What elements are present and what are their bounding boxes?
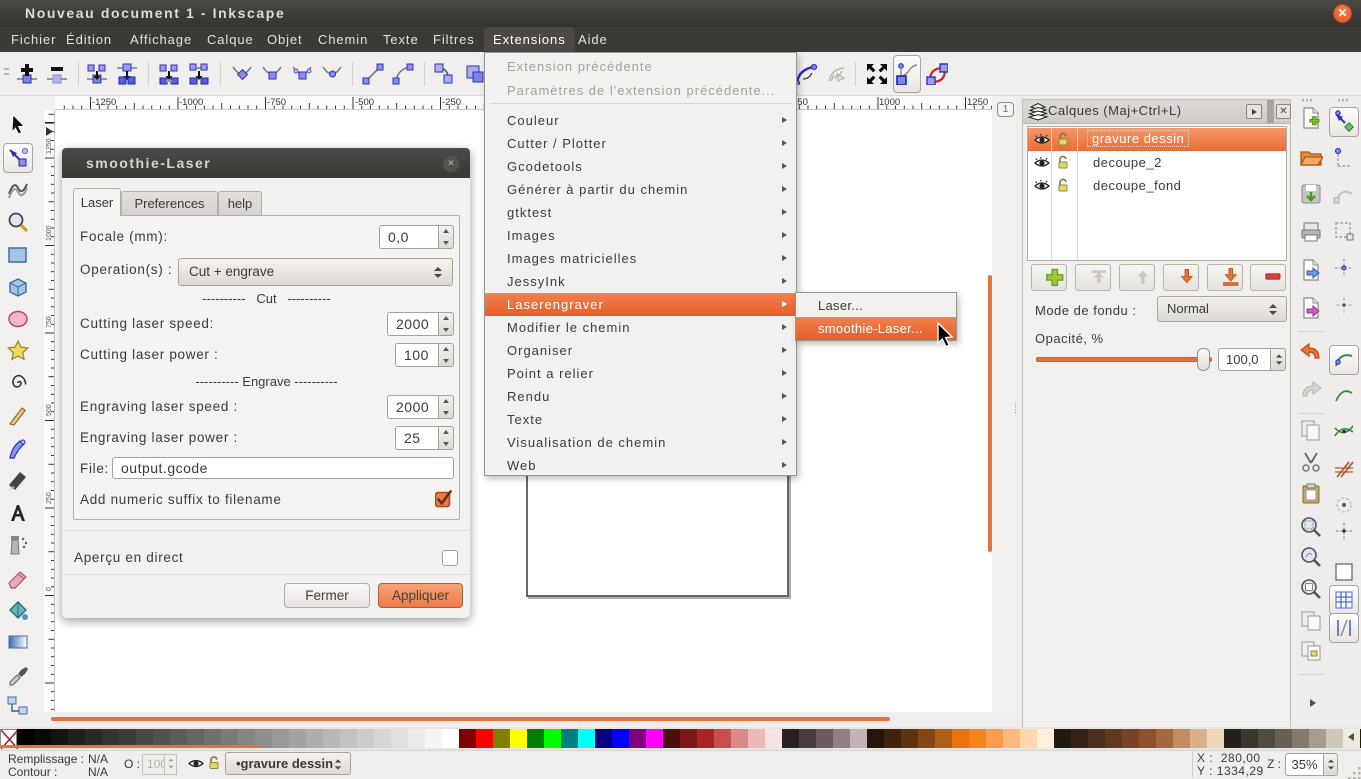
- svg-text:1000: 1000: [46, 225, 53, 241]
- svg-text:-500: -500: [355, 97, 374, 108]
- svg-text:-250: -250: [442, 97, 461, 108]
- svg-text:-1000: -1000: [179, 97, 203, 108]
- svg-text:-1250: -1250: [92, 97, 116, 108]
- svg-text:500: 500: [46, 404, 53, 416]
- svg-text:1250: 1250: [46, 138, 53, 154]
- svg-text:-750: -750: [267, 97, 286, 108]
- svg-text:1000: 1000: [879, 97, 900, 108]
- svg-text:1250: 1250: [967, 97, 988, 108]
- svg-text:750: 750: [46, 316, 53, 328]
- svg-text:0: 0: [46, 587, 53, 591]
- svg-text:250: 250: [46, 492, 53, 504]
